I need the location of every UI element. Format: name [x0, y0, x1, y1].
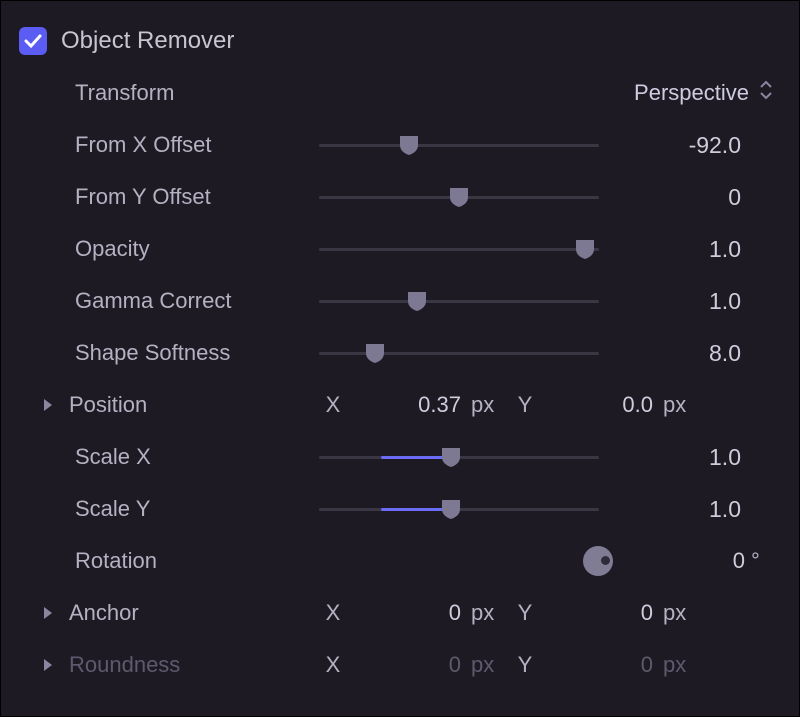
updown-icon — [759, 79, 773, 107]
position-row: Position X 0.37 px Y 0.0 px — [19, 379, 781, 431]
rotation-unit: ° — [751, 548, 781, 574]
from-x-slider[interactable] — [319, 133, 599, 157]
position-disclosure[interactable] — [37, 398, 59, 412]
opacity-slider[interactable] — [319, 237, 599, 261]
rotation-dial[interactable] — [583, 546, 613, 576]
section-header: Object Remover — [19, 15, 781, 67]
anchor-x-unit: px — [467, 600, 511, 626]
scale-x-value[interactable]: 1.0 — [599, 444, 749, 471]
transform-value: Perspective — [634, 80, 749, 106]
axis-y-label: Y — [511, 652, 539, 678]
roundness-x-unit: px — [467, 652, 511, 678]
gamma-value[interactable]: 1.0 — [599, 288, 749, 315]
axis-x-label: X — [319, 600, 347, 626]
roundness-y-value: 0 — [539, 652, 659, 678]
anchor-label: Anchor — [39, 600, 319, 626]
scale-y-row: Scale Y 1.0 — [19, 483, 781, 535]
roundness-disclosure[interactable] — [37, 658, 59, 672]
position-y-value[interactable]: 0.0 — [539, 392, 659, 418]
axis-y-label: Y — [511, 600, 539, 626]
softness-label: Shape Softness — [39, 340, 319, 366]
from-x-row: From X Offset -92.0 — [19, 119, 781, 171]
axis-y-label: Y — [511, 392, 539, 418]
transform-label: Transform — [39, 80, 319, 106]
from-y-slider[interactable] — [319, 185, 599, 209]
scale-y-slider[interactable] — [319, 497, 599, 521]
from-y-row: From Y Offset 0 — [19, 171, 781, 223]
position-label: Position — [39, 392, 319, 418]
scale-x-label: Scale X — [39, 444, 319, 470]
anchor-y-unit: px — [659, 600, 703, 626]
axis-x-label: X — [319, 652, 347, 678]
from-y-value[interactable]: 0 — [599, 184, 749, 211]
softness-row: Shape Softness 8.0 — [19, 327, 781, 379]
gamma-row: Gamma Correct 1.0 — [19, 275, 781, 327]
gamma-slider[interactable] — [319, 289, 599, 313]
anchor-y-value[interactable]: 0 — [539, 600, 659, 626]
opacity-value[interactable]: 1.0 — [599, 236, 749, 263]
section-title: Object Remover — [61, 27, 234, 55]
rotation-row: Rotation 0 ° — [19, 535, 781, 587]
position-y-unit: px — [659, 392, 703, 418]
roundness-label: Roundness — [39, 652, 319, 678]
from-x-value[interactable]: -92.0 — [599, 132, 749, 159]
transform-dropdown[interactable]: Perspective — [634, 79, 781, 107]
gamma-label: Gamma Correct — [39, 288, 319, 314]
anchor-row: Anchor X 0 px Y 0 px — [19, 587, 781, 639]
rotation-label: Rotation — [39, 548, 319, 574]
scale-y-label: Scale Y — [39, 496, 319, 522]
scale-x-row: Scale X 1.0 — [19, 431, 781, 483]
roundness-row: Roundness X 0 px Y 0 px — [19, 639, 781, 691]
scale-y-value[interactable]: 1.0 — [599, 496, 749, 523]
opacity-row: Opacity 1.0 — [19, 223, 781, 275]
softness-slider[interactable] — [319, 341, 599, 365]
softness-value[interactable]: 8.0 — [599, 340, 749, 367]
enable-checkbox[interactable] — [19, 27, 47, 55]
roundness-y-unit: px — [659, 652, 703, 678]
from-x-label: From X Offset — [39, 132, 319, 158]
anchor-disclosure[interactable] — [37, 606, 59, 620]
axis-x-label: X — [319, 392, 347, 418]
from-y-label: From Y Offset — [39, 184, 319, 210]
position-x-unit: px — [467, 392, 511, 418]
roundness-x-value: 0 — [347, 652, 467, 678]
opacity-label: Opacity — [39, 236, 319, 262]
anchor-x-value[interactable]: 0 — [347, 600, 467, 626]
position-x-value[interactable]: 0.37 — [347, 392, 467, 418]
rotation-value[interactable]: 0 — [631, 548, 751, 574]
scale-x-slider[interactable] — [319, 445, 599, 469]
transform-row: Transform Perspective — [19, 67, 781, 119]
